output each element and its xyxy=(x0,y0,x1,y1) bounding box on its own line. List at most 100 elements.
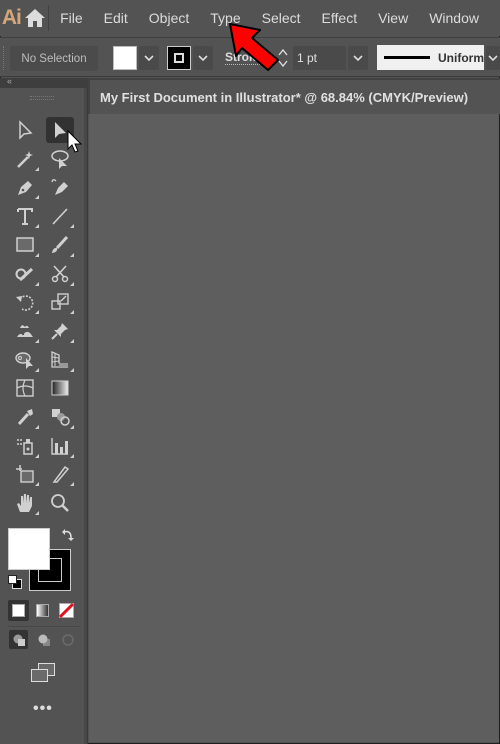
artboard-tool[interactable] xyxy=(11,461,39,487)
tool-group-indicator xyxy=(35,367,39,372)
none-icon xyxy=(59,603,74,618)
app-logo: Ai xyxy=(1,6,22,29)
none-mode-button[interactable] xyxy=(56,600,77,621)
tool-group-indicator xyxy=(35,425,39,429)
menu-divider xyxy=(47,5,49,31)
artboard-icon xyxy=(16,465,34,484)
tools-panel-grip[interactable] xyxy=(30,96,54,100)
direct-selection-icon xyxy=(19,120,33,140)
profile-dropdown[interactable] xyxy=(486,46,500,70)
tool-group-indicator xyxy=(70,310,74,315)
tool-group-indicator xyxy=(35,166,39,171)
rectangle-icon xyxy=(16,237,34,252)
mesh-tool[interactable] xyxy=(11,375,39,401)
draw-inside-button[interactable] xyxy=(58,630,77,649)
canvas-area[interactable] xyxy=(89,114,499,742)
menu-window[interactable]: Window xyxy=(429,10,479,26)
puppet-warp-icon xyxy=(17,325,33,337)
menu-view[interactable]: View xyxy=(378,10,408,26)
document-tab[interactable]: My First Document in Illustrator* @ 68.8… xyxy=(90,80,500,114)
profile-line-preview xyxy=(384,56,430,59)
curvature-tool[interactable] xyxy=(46,174,74,200)
gradient-tool[interactable] xyxy=(46,375,74,401)
color-mode-button[interactable] xyxy=(8,600,29,621)
draw-normal-icon xyxy=(13,634,25,646)
blend-tool[interactable] xyxy=(46,404,74,430)
draw-normal-button[interactable] xyxy=(9,630,28,649)
menu-effect[interactable]: Effect xyxy=(322,10,358,26)
type-tool[interactable] xyxy=(11,203,39,229)
gradient-swatch-icon xyxy=(36,604,49,617)
control-bar-grip[interactable] xyxy=(3,46,6,70)
stroke-color-swatch[interactable] xyxy=(167,46,191,70)
symbol-sprayer-tool[interactable] xyxy=(11,433,39,459)
puppet-warp-tool[interactable] xyxy=(11,318,39,344)
shaper-tool[interactable] xyxy=(11,261,39,287)
stroke-weight-dropdown[interactable] xyxy=(348,46,368,70)
tool-group-indicator xyxy=(70,338,74,343)
blend-icon xyxy=(52,409,70,426)
screen-mode-icon[interactable] xyxy=(29,662,57,684)
home-button[interactable] xyxy=(23,0,48,36)
eyedropper-icon xyxy=(17,409,33,426)
scissors-tool[interactable] xyxy=(46,261,74,287)
slice-tool[interactable] xyxy=(46,461,74,487)
home-icon xyxy=(25,9,46,27)
tool-group-indicator xyxy=(35,281,39,286)
default-fill-stroke-icon[interactable] xyxy=(8,575,22,589)
pin-tool[interactable] xyxy=(46,318,74,344)
pen-tool[interactable] xyxy=(11,174,39,200)
eyedropper-tool[interactable] xyxy=(11,404,39,430)
magic-wand-tool[interactable] xyxy=(11,146,39,172)
tool-group-indicator xyxy=(70,367,74,372)
tool-group-indicator xyxy=(70,224,74,229)
column-graph-tool[interactable] xyxy=(46,433,74,459)
rotate-tool[interactable] xyxy=(11,289,39,315)
variable-width-profile[interactable]: Uniform xyxy=(377,45,484,70)
paintbrush-icon xyxy=(52,235,69,253)
edit-toolbar-button[interactable]: ••• xyxy=(33,700,53,718)
stroke-weight-input[interactable]: 1 pt xyxy=(293,46,346,70)
column-graph-icon xyxy=(51,437,68,455)
paintbrush-tool[interactable] xyxy=(46,232,74,258)
menu-object[interactable]: Object xyxy=(149,10,189,26)
shape-builder-tool[interactable] xyxy=(11,347,39,373)
color-icon xyxy=(12,604,25,617)
document-tab-bar: My First Document in Illustrator* @ 68.8… xyxy=(88,78,500,114)
draw-behind-button[interactable] xyxy=(34,630,53,649)
scale-icon xyxy=(51,293,69,310)
zoom-icon xyxy=(51,494,69,512)
hand-tool[interactable] xyxy=(11,490,39,516)
slice-icon xyxy=(52,466,70,484)
annotation-arrow-icon xyxy=(229,23,279,71)
rotate-icon xyxy=(16,295,34,312)
panel-divider[interactable] xyxy=(84,88,87,744)
selection-status: No Selection xyxy=(10,46,98,71)
tool-group-indicator xyxy=(35,224,39,229)
symbol-sprayer-icon xyxy=(17,438,33,455)
fill-dropdown-button[interactable] xyxy=(139,46,159,70)
pin-icon xyxy=(51,322,68,340)
swap-fill-stroke-icon[interactable] xyxy=(61,528,75,542)
tool-group-indicator xyxy=(35,511,39,516)
rectangle-tool[interactable] xyxy=(11,232,39,258)
scissors-icon xyxy=(51,264,69,282)
tool-group-indicator xyxy=(70,281,74,286)
gradient-mode-button[interactable] xyxy=(32,600,53,621)
menu-edit[interactable]: Edit xyxy=(104,10,128,26)
zoom-tool[interactable] xyxy=(46,490,74,516)
curvature-icon xyxy=(51,179,68,196)
draw-behind-icon xyxy=(38,634,50,646)
chevron-down-icon xyxy=(488,55,498,61)
direct-selection-tool[interactable] xyxy=(11,117,39,143)
stroke-dropdown-button[interactable] xyxy=(193,46,213,70)
pen-icon xyxy=(18,181,32,196)
scale-tool[interactable] xyxy=(46,289,74,315)
perspective-grid-tool[interactable] xyxy=(46,347,74,373)
menu-file[interactable]: File xyxy=(60,10,83,26)
tool-group-indicator xyxy=(35,338,39,343)
line-segment-tool[interactable] xyxy=(46,203,74,229)
collapse-panel-button[interactable]: « xyxy=(7,76,12,86)
fill-color-box[interactable] xyxy=(8,528,50,570)
fill-color-swatch[interactable] xyxy=(113,46,137,70)
